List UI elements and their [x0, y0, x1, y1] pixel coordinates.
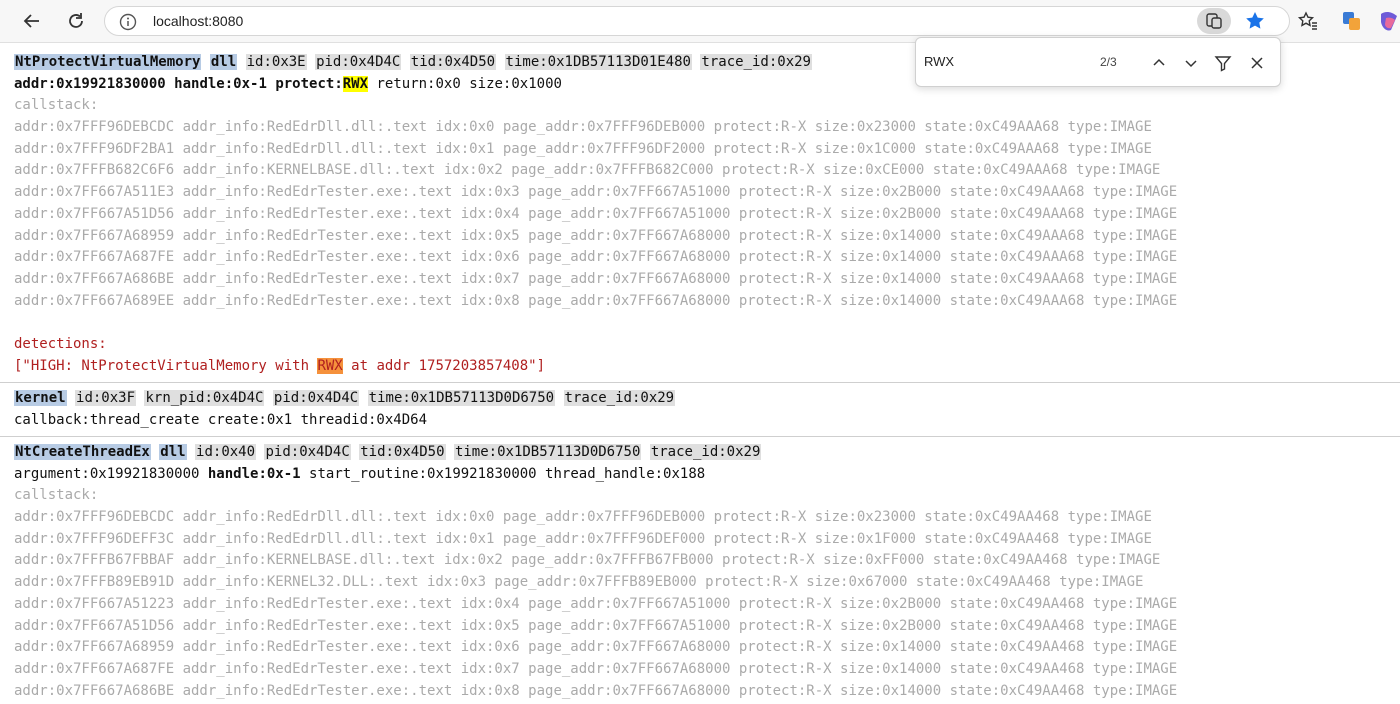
detections-label: detections: — [14, 335, 107, 352]
find-next-button[interactable] — [1177, 49, 1205, 77]
callstack-frame: addr:0x7FF667A51D56 addr_info:RedEdrTest… — [14, 617, 1178, 634]
event-detail: callback:thread_create create:0x1 thread… — [14, 411, 428, 428]
search-match-highlight: RWX — [342, 75, 369, 92]
callstack-frame: addr:0x7FF667A686BE addr_info:RedEdrTest… — [14, 270, 1178, 287]
event-pid: pid:0x4D4C — [272, 390, 360, 406]
callstack-frame: addr:0x7FF667A687FE addr_info:RedEdrTest… — [14, 660, 1178, 677]
event-func-name: NtProtectVirtualMemory — [14, 54, 202, 70]
arg-addr: addr:0x19921830000 — [14, 75, 166, 92]
favorite-star-icon[interactable] — [1243, 9, 1267, 38]
event-args: argument:0x19921830000 handle:0x-1 start… — [14, 464, 1386, 486]
filter-icon — [1214, 56, 1232, 72]
arg-return: return:0x0 — [376, 75, 461, 92]
event-tid: tid:0x4D50 — [359, 444, 446, 460]
callstack-frame: addr:0x7FF667A51D56 addr_info:RedEdrTest… — [14, 205, 1178, 222]
close-icon — [1251, 57, 1263, 69]
arg-handle: handle:0x-1 — [174, 75, 267, 92]
event-entry: NtCreateThreadEx dll id:0x40 pid:0x4D4C … — [0, 437, 1400, 704]
site-info-icon[interactable] — [119, 13, 137, 36]
callstack-frame: addr:0x7FF667A68959 addr_info:RedEdrTest… — [14, 227, 1178, 244]
event-trace-id: trace_id:0x29 — [649, 444, 762, 460]
extension-icon[interactable] — [1197, 8, 1231, 34]
back-button[interactable] — [16, 5, 48, 37]
event-entry: kernel id:0x3F krn_pid:0x4D4C pid:0x4D4C… — [0, 383, 1400, 437]
copilot-button[interactable] — [1378, 6, 1400, 36]
copilot-icon — [1381, 11, 1397, 31]
reload-button[interactable] — [60, 5, 92, 37]
event-trace-id: trace_id:0x29 — [563, 390, 676, 406]
event-source: kernel — [14, 390, 67, 406]
event-pid: pid:0x4D4C — [315, 54, 402, 70]
event-time: time:0x1DB57113D0D6750 — [367, 390, 556, 406]
callstack-frame: addr:0x7FFF96DEBCDC addr_info:RedEdrDll.… — [14, 119, 1152, 136]
callstack-label: callstack: — [14, 487, 99, 504]
event-trace-id: trace_id:0x29 — [700, 54, 812, 70]
callstack-frame: addr:0x7FFF96DF2BA1 addr_info:RedEdrDll.… — [14, 140, 1152, 157]
favorites-button[interactable] — [1292, 6, 1324, 36]
favorites-list-icon — [1297, 11, 1317, 30]
arg-handle: handle:0x-1 — [207, 465, 301, 482]
arg-thread-handle: thread_handle:0x188 — [545, 465, 706, 482]
collections-icon — [1343, 12, 1360, 30]
event-time: time:0x1DB57113D0D6750 — [453, 444, 642, 460]
event-pid: pid:0x4D4C — [264, 444, 351, 460]
callstack-frame: addr:0x7FF667A51223 addr_info:RedEdrTest… — [14, 595, 1178, 612]
event-entry: NtProtectVirtualMemory dll id:0x3E pid:0… — [0, 42, 1400, 383]
find-filter-button[interactable] — [1209, 49, 1237, 77]
find-bar: RWX 2/3 — [915, 37, 1281, 87]
callstack-frame: addr:0x7FFF96DEFF3C addr_info:RedEdrDll.… — [14, 530, 1152, 547]
detection-line: ["HIGH: NtProtectVirtualMemory with RWX … — [14, 356, 1386, 378]
callstack-frame: addr:0x7FF667A687FE addr_info:RedEdrTest… — [14, 249, 1178, 266]
find-close-button[interactable] — [1243, 49, 1271, 77]
callstack-frame: addr:0x7FF667A511E3 addr_info:RedEdrTest… — [14, 184, 1178, 201]
event-source: dll — [159, 444, 187, 460]
event-header: kernel id:0x3F krn_pid:0x4D4C pid:0x4D4C… — [14, 388, 1386, 410]
event-id: id:0x40 — [195, 444, 257, 460]
event-id: id:0x3F — [75, 390, 137, 406]
detection-suffix: at addr 1757203857408"] — [342, 357, 546, 374]
event-func-name: NtCreateThreadEx — [14, 444, 151, 460]
chevron-up-icon — [1153, 58, 1165, 66]
find-previous-button[interactable] — [1145, 49, 1173, 77]
callstack-frame: addr:0x7FFFB682C6F6 addr_info:KERNELBASE… — [14, 162, 1161, 179]
page-content: NtProtectVirtualMemory dll id:0x3E pid:0… — [0, 42, 1400, 704]
event-time: time:0x1DB57113D01E480 — [504, 54, 692, 70]
arg-size: size:0x1000 — [469, 75, 562, 92]
event-id: id:0x3E — [245, 54, 307, 70]
collections-button[interactable] — [1336, 6, 1368, 36]
back-arrow-icon — [23, 14, 39, 28]
arg-argument: argument:0x19921830000 — [14, 465, 200, 482]
chevron-down-icon — [1185, 60, 1197, 68]
address-bar[interactable]: localhost:8080 — [104, 6, 1290, 36]
detection-prefix: ["HIGH: NtProtectVirtualMemory with — [14, 357, 318, 374]
callstack-frame: addr:0x7FF667A686BE addr_info:RedEdrTest… — [14, 682, 1178, 699]
find-input[interactable]: RWX — [924, 54, 954, 69]
url-text: localhost:8080 — [153, 13, 244, 29]
event-krn-pid: krn_pid:0x4D4C — [144, 390, 265, 406]
search-match-current: RWX — [317, 357, 343, 374]
event-tid: tid:0x4D50 — [409, 54, 497, 70]
callstack-frame: addr:0x7FF667A68959 addr_info:RedEdrTest… — [14, 639, 1178, 656]
arg-protect-label: protect: — [275, 75, 343, 92]
callstack-frame: addr:0x7FFFB67FBBAF addr_info:KERNELBASE… — [14, 552, 1161, 569]
callstack-label: callstack: — [14, 97, 99, 114]
callstack-frame: addr:0x7FF667A689EE addr_info:RedEdrTest… — [14, 292, 1178, 309]
find-match-count: 2/3 — [1100, 55, 1117, 69]
reload-icon — [69, 13, 83, 28]
arg-start-routine: start_routine:0x19921830000 — [309, 465, 537, 482]
callstack-frame: addr:0x7FFFB89EB91D addr_info:KERNEL32.D… — [14, 574, 1144, 591]
callstack-frame: addr:0x7FFF96DEBCDC addr_info:RedEdrDll.… — [14, 509, 1152, 526]
event-header: NtCreateThreadEx dll id:0x40 pid:0x4D4C … — [14, 442, 1386, 464]
event-source: dll — [209, 54, 238, 70]
